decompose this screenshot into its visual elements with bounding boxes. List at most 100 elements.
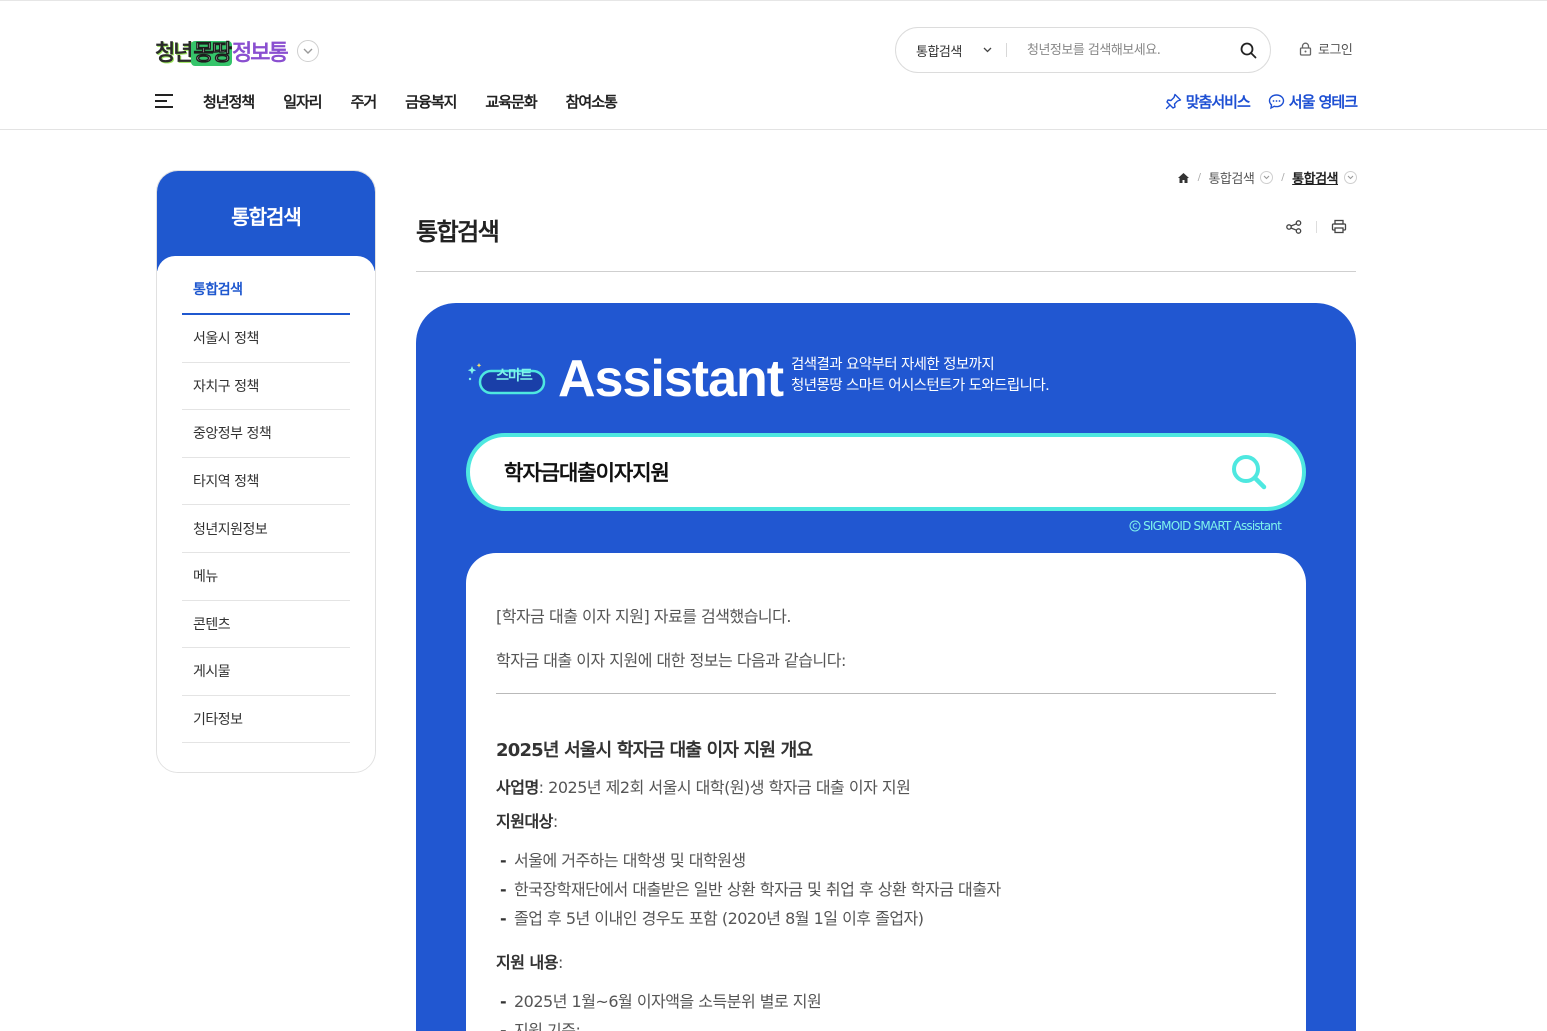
sidebar-item-youth-support-info[interactable]: 청년지원정보 [182, 505, 350, 553]
result-target-label: 지원대상 [496, 812, 553, 831]
lock-icon [1299, 42, 1312, 56]
tools-divider [1316, 220, 1317, 233]
page-tools [1286, 219, 1347, 234]
breadcrumb-level-2-label: 통합검색 [1292, 172, 1338, 187]
list-item-text: 졸업 후 5년 이내인 경우도 포함 (2020년 8월 1일 이후 졸업자) [514, 909, 924, 928]
chevron-down-icon [1263, 175, 1270, 180]
breadcrumb-level-1-label: 통합검색 [1208, 172, 1255, 187]
assistant-description: 검색결과 요약부터 자세한 정보까지 청년몽땅 스마트 어시스턴트가 도와드립니… [791, 355, 1050, 397]
header-search: 통합검색 [895, 27, 1271, 73]
search-input[interactable] [1007, 42, 1226, 58]
result-content-suffix: : [557, 953, 563, 972]
breadcrumb-separator: / [1281, 172, 1285, 183]
search-scope-select[interactable]: 통합검색 [896, 41, 1006, 60]
result-intro-line-2: 학자금 대출 이자 지원에 대한 정보는 다음과 같습니다: [496, 651, 846, 670]
sidebar-item-district-policy[interactable]: 자치구 정책 [182, 363, 350, 411]
page-title: 통합검색 [416, 218, 500, 246]
all-menu-button[interactable] [155, 94, 173, 108]
assistant-search-query[interactable]: 학자금대출이자지원 [504, 457, 1230, 487]
list-dash: - [500, 992, 507, 1011]
pin-icon [1165, 93, 1181, 109]
list-item: - 서울에 거주하는 대학생 및 대학원생 [500, 846, 1276, 875]
login-link[interactable]: 로그인 [1299, 39, 1353, 58]
result-project-label: 사업명 [496, 778, 539, 797]
sidebar-item-integrated-search[interactable]: 통합검색 [182, 256, 350, 315]
home-icon[interactable] [1177, 172, 1190, 184]
sidebar-item-central-policy[interactable]: 중앙정부 정책 [182, 410, 350, 458]
list-item-text: 서울에 거주하는 대학생 및 대학원생 [514, 851, 746, 870]
breadcrumb-level-2[interactable]: 통합검색 [1292, 168, 1357, 187]
gnb-item-education-culture[interactable]: 교육문화 [485, 91, 537, 112]
search-icon[interactable] [1230, 453, 1268, 491]
smart-assistant-panel: 스마트 Assistant 검색결과 요약부터 자세한 정보까지 청년몽땅 스마… [416, 303, 1356, 1031]
sidebar-item-seoul-policy[interactable]: 서울시 정책 [182, 315, 350, 363]
gnb-item-housing[interactable]: 주거 [351, 91, 378, 112]
logo-part-3: 정보통 [231, 41, 289, 66]
breadcrumb-level-1[interactable]: 통합검색 [1208, 168, 1274, 187]
gnb-item-finance-welfare[interactable]: 금융복지 [405, 91, 457, 112]
result-project-field: 사업명: 2025년 제2회 서울시 대학(원)생 학자금 대출 이자 지원 [496, 774, 1276, 798]
chat-bubble-icon [1268, 93, 1284, 109]
assistant-credit-text: SIGMOID SMART Assistant [1143, 519, 1282, 533]
breadcrumb-dropdown-toggle[interactable] [1260, 171, 1274, 184]
result-target-list: - 서울에 거주하는 대학생 및 대학원생 - 한국장학재단에서 대출받은 일반 상… [500, 846, 1276, 933]
list-dash: - [500, 909, 507, 928]
list-item: - 지원 기준: [500, 1016, 1276, 1031]
site-logo[interactable]: 청년몽땅정보통 [155, 35, 319, 67]
custom-service-link[interactable]: 맞춤서비스 [1165, 91, 1251, 112]
site-menu-toggle[interactable] [296, 40, 319, 62]
chevron-down-icon [1347, 175, 1354, 180]
quick-links: 맞춤서비스 서울 영테크 [1165, 87, 1358, 115]
side-navigation: 통합검색 통합검색 서울시 정책 자치구 정책 중앙정부 정책 타지역 정책 청… [156, 170, 376, 773]
assistant-desc-line-1: 검색결과 요약부터 자세한 정보까지 [791, 357, 995, 373]
result-content-list: -2025년 1월~6월 이자액을 소득분위 별로 지원 - 지원 기준: [500, 987, 1276, 1031]
sidebar-item-menu[interactable]: 메뉴 [182, 553, 350, 601]
result-divider [496, 693, 1276, 694]
assistant-credit: SIGMOID SMART Assistant [1129, 519, 1282, 533]
list-item-text: 한국장학재단에서 대출받은 일반 상환 학자금 및 취업 후 상환 학자금 대출… [514, 880, 1001, 899]
main-navigation: 청년정책 일자리 주거 금융복지 교육문화 참여소통 [155, 87, 646, 115]
seoul-youngtalk-link[interactable]: 서울 영테크 [1268, 91, 1358, 112]
share-icon[interactable] [1286, 219, 1302, 234]
site-header: 청년몽땅정보통 통합검색 로그인 청년정책 일자리 주거 금융복지 교육문화 참… [0, 0, 1547, 130]
list-item: -2025년 1월~6월 이자액을 소득분위 별로 지원 [500, 987, 1276, 1016]
result-heading: 2025년 서울시 학자금 대출 이자 지원 개요 [496, 740, 813, 761]
search-scope-label: 통합검색 [916, 44, 962, 60]
list-item: - 졸업 후 5년 이내인 경우도 포함 (2020년 8월 1일 이후 졸업자) [500, 904, 1276, 933]
gnb-item-jobs[interactable]: 일자리 [283, 91, 322, 112]
assistant-search-box[interactable]: 학자금대출이자지원 [466, 433, 1306, 511]
login-label: 로그인 [1318, 43, 1353, 58]
search-button[interactable] [1226, 28, 1270, 72]
sidebar-item-posts[interactable]: 게시물 [182, 648, 350, 696]
sidebar-item-etc-info[interactable]: 기타정보 [182, 696, 350, 744]
result-target-suffix: : [552, 812, 558, 831]
assistant-result-card: [학자금 대출 이자 지원] 자료를 검색했습니다. 학자금 대출 이자 지원에… [466, 553, 1306, 1031]
list-dash: - [500, 1021, 507, 1031]
result-target-field: 지원대상: [496, 808, 1276, 832]
list-item-text: 지원 기준: [514, 1021, 581, 1031]
result-content-field: 지원 내용: [496, 949, 1276, 973]
chevron-down-icon [303, 48, 313, 54]
assistant-desc-line-2: 청년몽땅 스마트 어시스턴트가 도와드립니다. [791, 378, 1050, 394]
assistant-logo: 스마트 Assistant [466, 350, 784, 408]
search-icon [1240, 42, 1256, 58]
result-content-label: 지원 내용 [496, 953, 558, 972]
assistant-wordmark: Assistant [558, 350, 784, 408]
list-item: - 한국장학재단에서 대출받은 일반 상환 학자금 및 취업 후 상환 학자금 대… [500, 875, 1276, 904]
sidebar-item-other-region-policy[interactable]: 타지역 정책 [182, 458, 350, 506]
copyright-icon [1129, 520, 1141, 532]
gnb-item-youth-policy[interactable]: 청년정책 [203, 91, 255, 112]
list-dash: - [500, 851, 507, 870]
breadcrumb-dropdown-toggle[interactable] [1344, 171, 1357, 184]
print-icon[interactable] [1331, 219, 1347, 234]
gnb-item-participation[interactable]: 참여소통 [566, 91, 618, 112]
chevron-down-icon [983, 47, 992, 53]
logo-part-2: 몽땅 [191, 41, 232, 66]
logo-text: 청년몽땅정보통 [155, 35, 289, 67]
breadcrumb-separator: / [1197, 172, 1201, 183]
list-dash: - [500, 880, 507, 899]
title-divider [416, 271, 1356, 272]
list-item-text: 2025년 1월~6월 이자액을 소득분위 별로 지원 [514, 992, 822, 1011]
sidebar-item-contents[interactable]: 콘텐츠 [182, 601, 350, 649]
result-intro-line-1: [학자금 대출 이자 지원] 자료를 검색했습니다. [496, 607, 791, 626]
